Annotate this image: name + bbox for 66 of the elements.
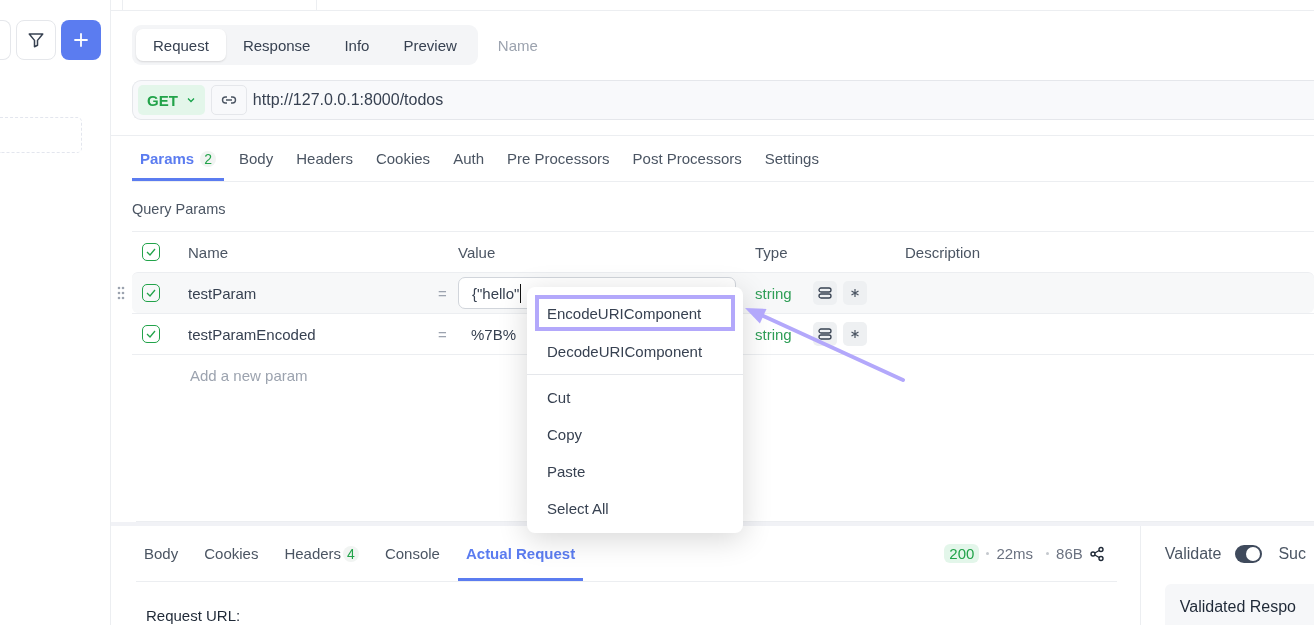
share-icon[interactable]	[1088, 545, 1105, 562]
validate-label: Validate	[1164, 544, 1222, 563]
toggles-icon	[817, 328, 832, 340]
validation-result: Suc	[1278, 544, 1306, 563]
check-icon	[146, 248, 156, 256]
chevron-icon	[185, 95, 196, 105]
drag-handle-icon[interactable]	[117, 286, 125, 300]
settings-toggle-button[interactable]	[812, 281, 837, 305]
result-view-tab[interactable]: Headers 4	[276, 526, 367, 581]
link-icon	[220, 94, 237, 106]
filter-button[interactable]	[16, 20, 56, 60]
check-icon	[146, 289, 156, 297]
menu-item[interactable]: Paste	[527, 453, 743, 490]
type-text[interactable]: string	[755, 325, 792, 343]
param-tab[interactable]: Pre Processors	[499, 136, 618, 181]
separator-dot	[1046, 552, 1050, 555]
param-tab[interactable]: Body	[231, 136, 282, 181]
validate-switch[interactable]	[1235, 544, 1263, 563]
column-header: Description	[905, 243, 982, 261]
plus-icon	[73, 32, 89, 48]
request-tab[interactable]: Info	[327, 29, 387, 61]
param-name[interactable]: testParamEncoded	[188, 325, 438, 343]
filter-icon	[27, 31, 45, 49]
checkbox[interactable]	[142, 243, 160, 261]
separator-dot	[986, 552, 990, 555]
param-tab[interactable]: Post Processors	[624, 136, 750, 181]
asterisk-icon	[849, 329, 860, 339]
result-view-tab[interactable]: Console	[376, 526, 448, 581]
request-url-label: Request URL:	[146, 607, 242, 624]
param-tab[interactable]: Settings	[756, 136, 827, 181]
result-view-tab[interactable]: Cookies	[196, 526, 267, 581]
request-tab[interactable]: Preview	[386, 29, 474, 61]
required-button[interactable]	[842, 322, 867, 346]
param-tab[interactable]: Cookies	[367, 136, 439, 181]
column-header: Name	[188, 243, 229, 261]
section-title: Query Params	[132, 201, 1314, 232]
request-tab[interactable]: Request	[136, 29, 226, 61]
column-header: Value	[458, 243, 497, 261]
param-tab[interactable]: Params 2	[132, 136, 224, 181]
check-icon	[146, 330, 156, 338]
request-tab[interactable]: Response	[225, 29, 328, 61]
param-name[interactable]: testParam	[188, 284, 438, 302]
url-text[interactable]: http://127.0.0.1:8000/todos	[252, 91, 444, 109]
menu-item[interactable]: Copy	[527, 416, 743, 453]
param-tab[interactable]: Auth	[445, 136, 492, 181]
required-button[interactable]	[842, 281, 867, 305]
count-badge: 4	[343, 545, 359, 562]
asterisk-icon	[849, 288, 860, 298]
status-badge: 200	[944, 544, 980, 563]
param-tab[interactable]: Headers	[288, 136, 361, 181]
response-size: 86B	[1056, 545, 1083, 562]
equals-sign: =	[438, 284, 448, 302]
count-badge: 2	[200, 150, 216, 167]
toggles-icon	[817, 287, 832, 299]
checkbox[interactable]	[142, 325, 160, 343]
link-button[interactable]	[210, 85, 247, 115]
result-view-tab[interactable]: Body	[136, 526, 187, 581]
response-time: 22ms	[996, 545, 1034, 562]
menu-item[interactable]: Select All	[527, 490, 743, 527]
checkbox[interactable]	[142, 284, 160, 302]
card-title: Validated Respo	[1179, 598, 1296, 616]
add-button[interactable]	[61, 20, 101, 60]
menu-item[interactable]: EncodeURIComponent	[535, 295, 735, 331]
equals-sign: =	[438, 325, 448, 343]
name-field[interactable]: Name	[495, 35, 700, 55]
column-header: Type	[755, 243, 789, 261]
